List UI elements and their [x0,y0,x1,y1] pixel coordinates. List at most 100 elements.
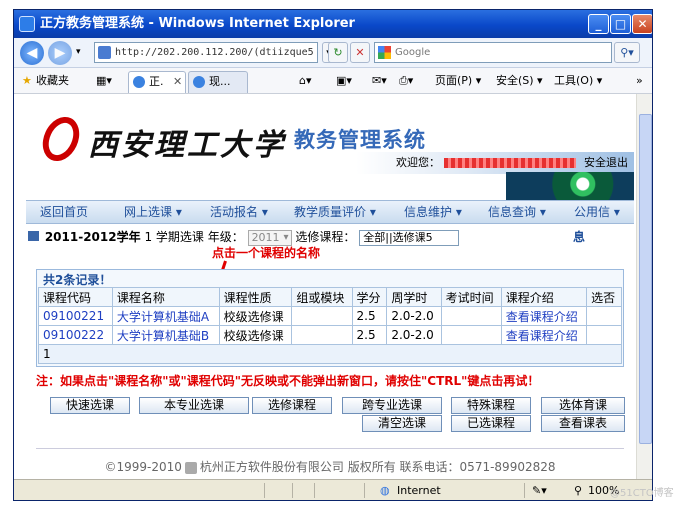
menu-online-course[interactable]: 网上选课 ▾ [124,201,182,224]
major-select-button[interactable]: 本专业选课 [139,397,249,414]
site-header: 西安理工大学 教务管理系统 欢迎您： 安全退出 [26,94,634,202]
welcome-bar: 欢迎您： 安全退出 [356,152,634,174]
favorites-label[interactable]: 收藏夹 [36,68,69,94]
tools-menu[interactable]: 工具(O) ▾ [554,68,602,94]
minimize-button[interactable]: _ [588,14,609,34]
ie-tab-icon [133,76,145,88]
search-input[interactable]: Google [374,42,612,63]
stop-icon[interactable]: ✕ [350,42,370,63]
logout-link[interactable]: 安全退出 [584,152,628,174]
page-number: 1 [38,344,622,364]
course-panel: 共2条记录！ 课程代码 课程名称 课程性质 组或模块 学分 周学时 考试时间 课… [36,269,624,367]
breadcrumb: 2011-2012学年 1 学期选课 年级： 2011 选修课程： 全部||选修… [28,227,634,247]
forward-button[interactable]: ▶ [48,41,72,65]
favorites-bar: ★ 收藏夹 ▦▾ 正. ✕ 现... ⌂▾ ▣▾ ✉▾ ⎙▾ 页面(P) ▾ 安… [14,68,652,94]
pe-course-button[interactable]: 选体育课 [541,397,625,414]
course-type: 校级选修课 [218,306,293,326]
home-icon[interactable]: ⌂▾ [299,68,312,94]
course-type: 校级选修课 [218,325,293,345]
security-icon[interactable]: ✎▾ [532,480,547,500]
view-schedule-button[interactable]: 查看课表 [541,415,625,432]
course-name-link[interactable]: 大学计算机基础A [111,306,220,326]
col-select: 选否 [586,287,622,307]
tab-1[interactable]: 正. ✕ [128,71,186,93]
search-icon[interactable]: ⚲▾ [614,42,640,63]
menu-info-query[interactable]: 信息查询 ▾ [488,201,546,224]
menu-teaching-eval[interactable]: 教学质量评价 ▾ [294,201,376,224]
ie-logo-icon [19,16,35,32]
feeds-icon[interactable]: ▣▾ [336,68,352,94]
google-icon [378,46,391,59]
course-code-link[interactable]: 09100221 [38,306,113,326]
close-window-button[interactable]: ✕ [632,14,652,34]
course-exam [440,306,502,326]
special-course-button[interactable]: 特殊课程 [451,397,531,414]
menu-public[interactable]: 公用信 ▾ [574,201,620,224]
menu-info-maintain[interactable]: 信息维护 ▾ [404,201,462,224]
course-label: 选修课程： [295,230,356,244]
clear-selection-button[interactable]: 清空选课 [362,415,442,432]
footer-divider [36,448,624,449]
title-bar: 正方教务管理系统 - Windows Internet Explorer _ □… [14,10,652,38]
course-module [291,306,353,326]
course-name-link[interactable]: 大学计算机基础B [111,325,220,345]
mail-icon[interactable]: ✉▾ [372,68,387,94]
print-icon[interactable]: ⎙▾ [399,68,413,94]
system-title: 教务管理系统 [294,128,426,152]
table-footer-row: 1 [38,344,622,364]
col-exam: 考试时间 [440,287,502,307]
course-select[interactable] [586,325,622,345]
course-code-link[interactable]: 09100222 [38,325,113,345]
elective-button[interactable]: 选修课程 [252,397,332,414]
menu-activity[interactable]: 活动报名 ▾ [210,201,268,224]
footer: ©1999-2010 杭州正方软件股份有限公司 版权所有 联系电话：0571-89… [104,460,556,474]
cross-major-button[interactable]: 跨专业选课 [342,397,442,414]
university-logo-icon [35,110,87,168]
col-code: 课程代码 [38,287,113,307]
course-hours: 2.0-2.0 [386,306,442,326]
menu-home[interactable]: 返回首页 [40,201,88,224]
course-credit: 2.5 [351,306,388,326]
quick-tabs-icon[interactable]: ▦▾ [94,68,114,94]
company-logo-icon [184,461,197,474]
maximize-button[interactable]: □ [610,14,631,34]
globe-icon: ◍ [380,484,390,497]
star-icon[interactable]: ★ [22,68,32,94]
course-credit: 2.5 [351,325,388,345]
col-name: 课程名称 [111,287,220,307]
vertical-scrollbar[interactable] [636,94,652,479]
header-decoration [506,172,634,202]
course-select[interactable]: 全部||选修课5 [359,229,460,246]
safety-menu[interactable]: 安全(S) ▾ [496,68,543,94]
quick-select-button[interactable]: 快速选课 [50,397,130,414]
scroll-thumb[interactable] [639,114,652,444]
course-intro-link[interactable]: 查看课程介绍 [500,325,588,345]
school-year: 2011-2012学年 [44,230,141,244]
more-icon[interactable]: » [636,68,643,94]
back-button[interactable]: ◀ [20,41,44,65]
menu-overflow-text: 息 [573,230,586,244]
status-bar: ◍ Internet ✎▾ ⚲ 100% [14,479,652,500]
tab-2[interactable]: 现... [188,71,248,93]
col-type: 课程性质 [218,287,293,307]
history-dropdown-icon[interactable]: ▾ [76,47,81,57]
course-module [291,325,353,345]
warning-text: 注：如果点击"课程名称"或"课程代码"无反映或不能弹出新窗口，请按住"CTRL"… [36,374,540,388]
selected-courses-button[interactable]: 已选课程 [451,415,531,432]
page-menu[interactable]: 页面(P) ▾ [435,68,481,94]
zoom-icon[interactable]: ⚲ [574,480,582,500]
course-select[interactable] [586,306,622,326]
main-menu: 返回首页 网上选课 ▾ 活动报名 ▾ 教学质量评价 ▾ 信息维护 ▾ 信息查询 … [26,200,634,224]
zone-label: Internet [397,484,441,497]
grade-label: 年级： [207,230,244,244]
col-module: 组或模块 [291,287,353,307]
course-hours: 2.0-2.0 [386,325,442,345]
ie-window: 正方教务管理系统 - Windows Internet Explorer _ □… [13,9,653,501]
record-count: 共2条记录！ [43,273,112,287]
annotation-text: 点击一个课程的名称 [212,246,321,260]
tab-close-icon[interactable]: ✕ [173,72,182,92]
address-input[interactable]: http://202.200.112.200/(dtiizque5 [94,42,318,63]
refresh-icon[interactable]: ↻ [328,42,348,63]
ie-tab-icon [193,76,205,88]
course-intro-link[interactable]: 查看课程介绍 [500,306,588,326]
